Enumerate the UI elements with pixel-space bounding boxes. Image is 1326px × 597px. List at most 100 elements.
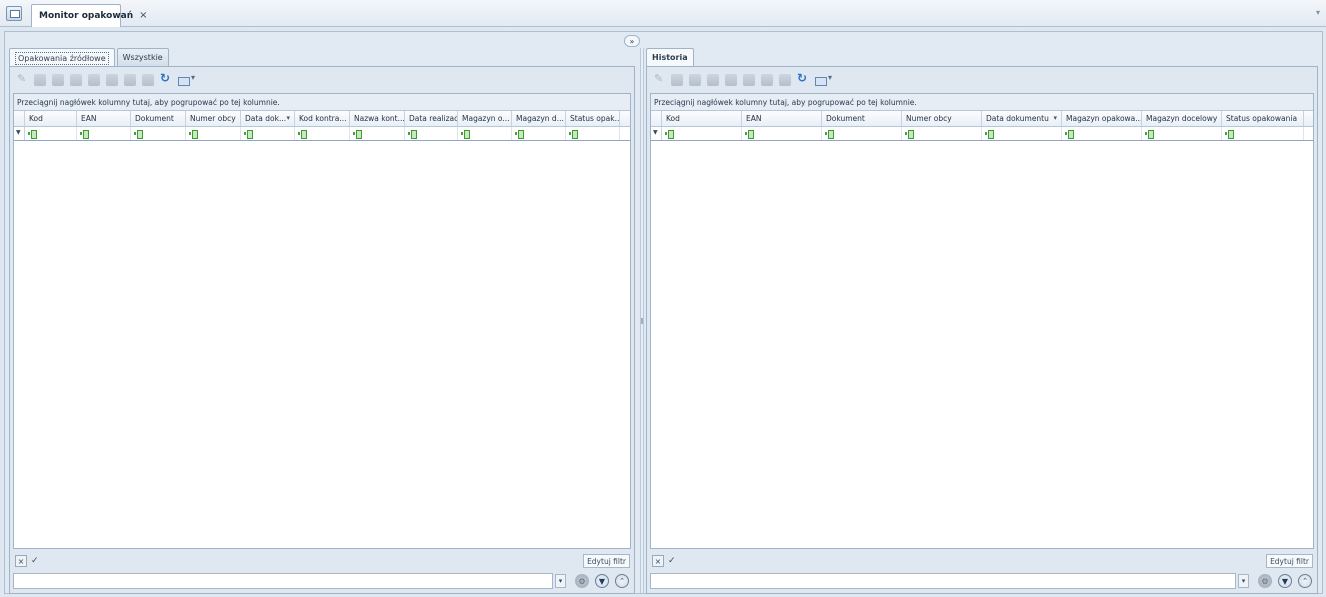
export-icon[interactable] — [106, 74, 118, 86]
binoculars-icon[interactable] — [689, 74, 701, 86]
column-header[interactable]: Dokument — [131, 111, 186, 126]
column-header[interactable]: Magazyn docelowy — [1142, 111, 1222, 126]
expand-up-icon[interactable]: ⌃ — [615, 574, 629, 588]
grid-icon[interactable] — [70, 74, 82, 86]
refresh-icon[interactable] — [797, 71, 809, 86]
filter-cell[interactable] — [295, 127, 350, 140]
filter-cell[interactable] — [512, 127, 566, 140]
filter-condition-icon[interactable] — [1065, 130, 1075, 139]
filter-cell[interactable] — [458, 127, 512, 140]
column-header[interactable]: Numer obcy — [186, 111, 241, 126]
column-header[interactable]: Kod — [25, 111, 77, 126]
panel-splitter[interactable] — [640, 48, 644, 593]
export-icon[interactable] — [743, 74, 755, 86]
filter-condition-icon[interactable] — [515, 130, 525, 139]
filter-cell[interactable] — [742, 127, 822, 140]
chevron-down-icon[interactable]: ▾ — [1316, 8, 1320, 17]
search-input[interactable] — [650, 573, 1236, 589]
edit-filter-button[interactable]: Edytuj filtr — [1266, 554, 1313, 568]
filter-condition-icon[interactable] — [408, 130, 418, 139]
column-header[interactable]: Magazyn d... — [512, 111, 566, 126]
preview-icon[interactable] — [671, 74, 683, 86]
filter-cell[interactable] — [77, 127, 131, 140]
filter-condition-icon[interactable] — [244, 130, 254, 139]
view-dropdown-icon[interactable] — [178, 73, 196, 86]
filter-cell[interactable] — [566, 127, 620, 140]
column-header[interactable]: Kod kontra... — [295, 111, 350, 126]
enable-filter-checkbox[interactable]: ✓ — [668, 556, 676, 566]
copy-icon[interactable] — [761, 74, 773, 86]
column-header[interactable]: EAN — [742, 111, 822, 126]
filter-condition-icon[interactable] — [825, 130, 835, 139]
column-header[interactable]: Data realizacji — [405, 111, 458, 126]
filter-cell[interactable] — [902, 127, 982, 140]
filter-cell[interactable] — [405, 127, 458, 140]
filter-cell[interactable] — [662, 127, 742, 140]
filter-cell[interactable] — [25, 127, 77, 140]
enable-filter-checkbox[interactable]: ✓ — [31, 556, 39, 566]
column-header[interactable]: Magazyn opakowa... — [1062, 111, 1142, 126]
filter-condition-icon[interactable] — [985, 130, 995, 139]
edit-filter-button[interactable]: Edytuj filtr — [583, 554, 630, 568]
expand-up-icon[interactable]: ⌃ — [1298, 574, 1312, 588]
filter-cell[interactable] — [241, 127, 295, 140]
filter-row-indicator[interactable] — [14, 127, 25, 140]
view-dropdown-icon[interactable] — [815, 73, 833, 86]
group-by-panel[interactable]: Przeciągnij nagłówek kolumny tutaj, aby … — [14, 94, 630, 111]
filter-condition-icon[interactable] — [905, 130, 915, 139]
filter-cell[interactable] — [350, 127, 405, 140]
binoculars-icon[interactable] — [52, 74, 64, 86]
filter-row-indicator[interactable] — [651, 127, 662, 140]
filter-cell[interactable] — [822, 127, 902, 140]
filter-condition-icon[interactable] — [298, 130, 308, 139]
column-header[interactable]: Magazyn o... — [458, 111, 512, 126]
column-header[interactable]: Data dok... ▾ — [241, 111, 295, 126]
column-header[interactable]: Status opakowania — [1222, 111, 1304, 126]
filter-cell[interactable] — [186, 127, 241, 140]
tab-monitor-opakowan[interactable]: Monitor opakowań × — [31, 4, 148, 27]
clear-filter-icon[interactable]: × — [15, 555, 27, 567]
grid-icon[interactable] — [707, 74, 719, 86]
filter-icon[interactable]: ▼ — [1278, 574, 1292, 588]
tab-wszystkie[interactable]: Wszystkie — [116, 48, 169, 66]
filter-condition-icon[interactable] — [28, 130, 38, 139]
filter-condition-icon[interactable] — [569, 130, 579, 139]
close-icon[interactable]: × — [139, 11, 147, 21]
filter-cell[interactable] — [131, 127, 186, 140]
filter-condition-icon[interactable] — [189, 130, 199, 139]
column-header[interactable]: Dokument — [822, 111, 902, 126]
filter-condition-icon[interactable] — [1145, 130, 1155, 139]
column-header[interactable]: Kod — [662, 111, 742, 126]
filter-condition-icon[interactable] — [353, 130, 363, 139]
wrench-icon[interactable] — [16, 72, 28, 86]
filter-condition-icon[interactable] — [80, 130, 90, 139]
copy-icon[interactable] — [124, 74, 136, 86]
column-header[interactable]: Status opak... — [566, 111, 620, 126]
app-menu-icon[interactable] — [6, 6, 22, 21]
filter-condition-icon[interactable] — [1225, 130, 1235, 139]
filter-condition-icon[interactable] — [745, 130, 755, 139]
filter-cell[interactable] — [1222, 127, 1304, 140]
column-header[interactable]: Nazwa kont... — [350, 111, 405, 126]
preview-icon[interactable] — [34, 74, 46, 86]
filter-cell[interactable] — [1142, 127, 1222, 140]
filter-condition-icon[interactable] — [461, 130, 471, 139]
print-icon[interactable] — [88, 74, 100, 86]
gear-icon[interactable]: ⚙ — [1258, 574, 1272, 588]
clipboard-icon[interactable] — [142, 74, 154, 86]
filter-cell[interactable] — [1062, 127, 1142, 140]
filter-condition-icon[interactable] — [665, 130, 675, 139]
refresh-icon[interactable] — [160, 71, 172, 86]
column-header[interactable]: EAN — [77, 111, 131, 126]
filter-condition-icon[interactable] — [134, 130, 144, 139]
column-header[interactable]: Data dokumentu ▾ — [982, 111, 1062, 126]
tab-opakowania-zrodlowe[interactable]: Opakowania źródłowe — [9, 48, 115, 67]
group-by-panel[interactable]: Przeciągnij nagłówek kolumny tutaj, aby … — [651, 94, 1313, 111]
search-dropdown-icon[interactable]: ▾ — [555, 574, 566, 588]
column-header[interactable]: Numer obcy — [902, 111, 982, 126]
filter-cell[interactable] — [982, 127, 1062, 140]
clear-filter-icon[interactable]: × — [652, 555, 664, 567]
clipboard-icon[interactable] — [779, 74, 791, 86]
tab-historia[interactable]: Historia — [646, 48, 694, 66]
search-input[interactable] — [13, 573, 553, 589]
